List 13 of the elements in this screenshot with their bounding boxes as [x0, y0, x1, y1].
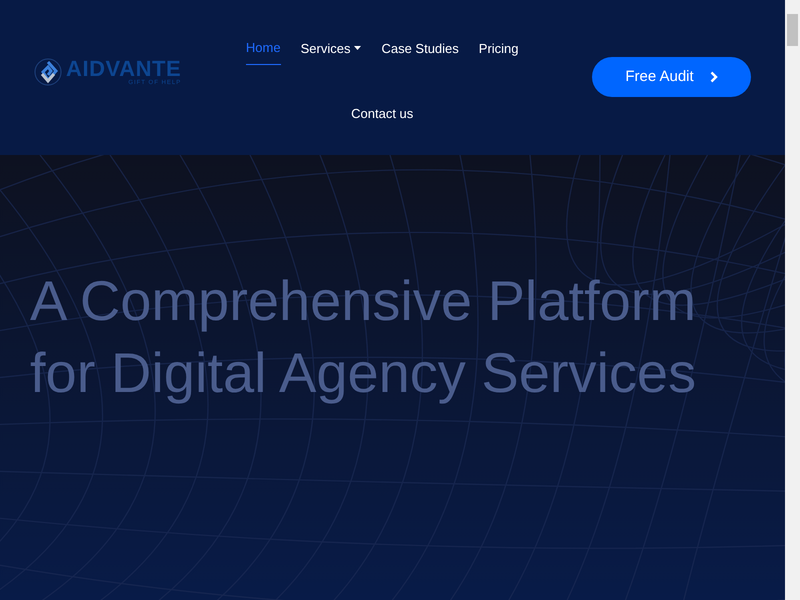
chevron-right-icon [710, 71, 718, 83]
free-audit-button[interactable]: Free Audit [592, 57, 751, 97]
nav-link[interactable]: Pricing [468, 38, 529, 68]
scrollbar-thumb[interactable] [787, 14, 798, 46]
caret-icon [354, 46, 362, 50]
nav-link[interactable]: Home [236, 38, 291, 68]
logo-icon [34, 58, 62, 86]
nav-link[interactable]: Services [290, 38, 372, 68]
hero-heading: A Comprehensive Platform [30, 268, 698, 334]
nav-link[interactable]: Contact us [341, 104, 424, 133]
nav-link[interactable]: Case Studies [371, 38, 469, 68]
logo-wordmark: AIDVANTE [66, 58, 182, 80]
hero-heading: for Digital Agency Services [30, 340, 698, 406]
